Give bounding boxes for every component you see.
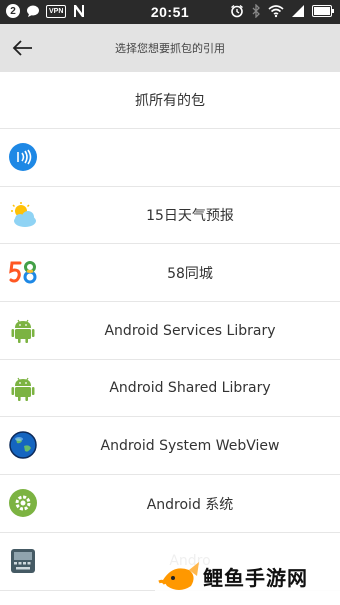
list-item-label: Android Services Library xyxy=(104,322,276,339)
list-item-label: Android 系统 xyxy=(146,496,234,513)
list-item[interactable] xyxy=(0,129,340,187)
carp-fish-logo-icon xyxy=(158,562,199,590)
wifi-icon xyxy=(268,5,284,18)
keyboard-icon xyxy=(11,548,35,573)
nfc-icon xyxy=(9,143,37,171)
bluetooth-icon xyxy=(252,4,260,18)
app-bar: 选择您想要抓包的引用 xyxy=(0,24,340,72)
android-icon xyxy=(11,319,35,344)
status-right-icons xyxy=(230,4,334,18)
alarm-clock-icon xyxy=(231,4,243,18)
signal-icon xyxy=(292,5,304,17)
watermark-text: 鲤鱼手游网 xyxy=(203,566,308,590)
battery-icon xyxy=(312,5,334,17)
list-item[interactable]: Android Services Library xyxy=(0,302,340,360)
list-item[interactable]: 58同城 xyxy=(0,244,340,303)
watermark: 鲤鱼手游网 xyxy=(155,550,340,605)
list-item-label: 58同城 xyxy=(167,265,213,282)
settings-gear-icon xyxy=(9,489,37,518)
list-item[interactable]: Android 系统 xyxy=(0,475,340,533)
list-item[interactable]: 15日天气预报 xyxy=(0,186,340,245)
list-item[interactable]: Android System WebView xyxy=(0,417,340,476)
58-logo-icon xyxy=(9,261,37,284)
list-item[interactable]: Android Shared Library xyxy=(0,359,340,418)
list-item-label: 15日天气预报 xyxy=(146,208,234,225)
list-item-label: Android Shared Library xyxy=(109,380,271,397)
android-icon xyxy=(11,377,35,401)
capture-all-row[interactable]: 抓所有的包 xyxy=(0,72,340,129)
list-item-label: Android System WebView xyxy=(100,437,280,454)
globe-icon xyxy=(9,431,37,460)
status-bar: 2 VPN 20:51 xyxy=(0,0,340,24)
list-item-label xyxy=(40,129,340,186)
app-list: 抓所有的包 15日天气预报 58同城 Android Services Libr… xyxy=(0,72,340,591)
weather-icon xyxy=(11,201,36,227)
page-title: 选择您想要抓包的引用 xyxy=(115,42,225,55)
